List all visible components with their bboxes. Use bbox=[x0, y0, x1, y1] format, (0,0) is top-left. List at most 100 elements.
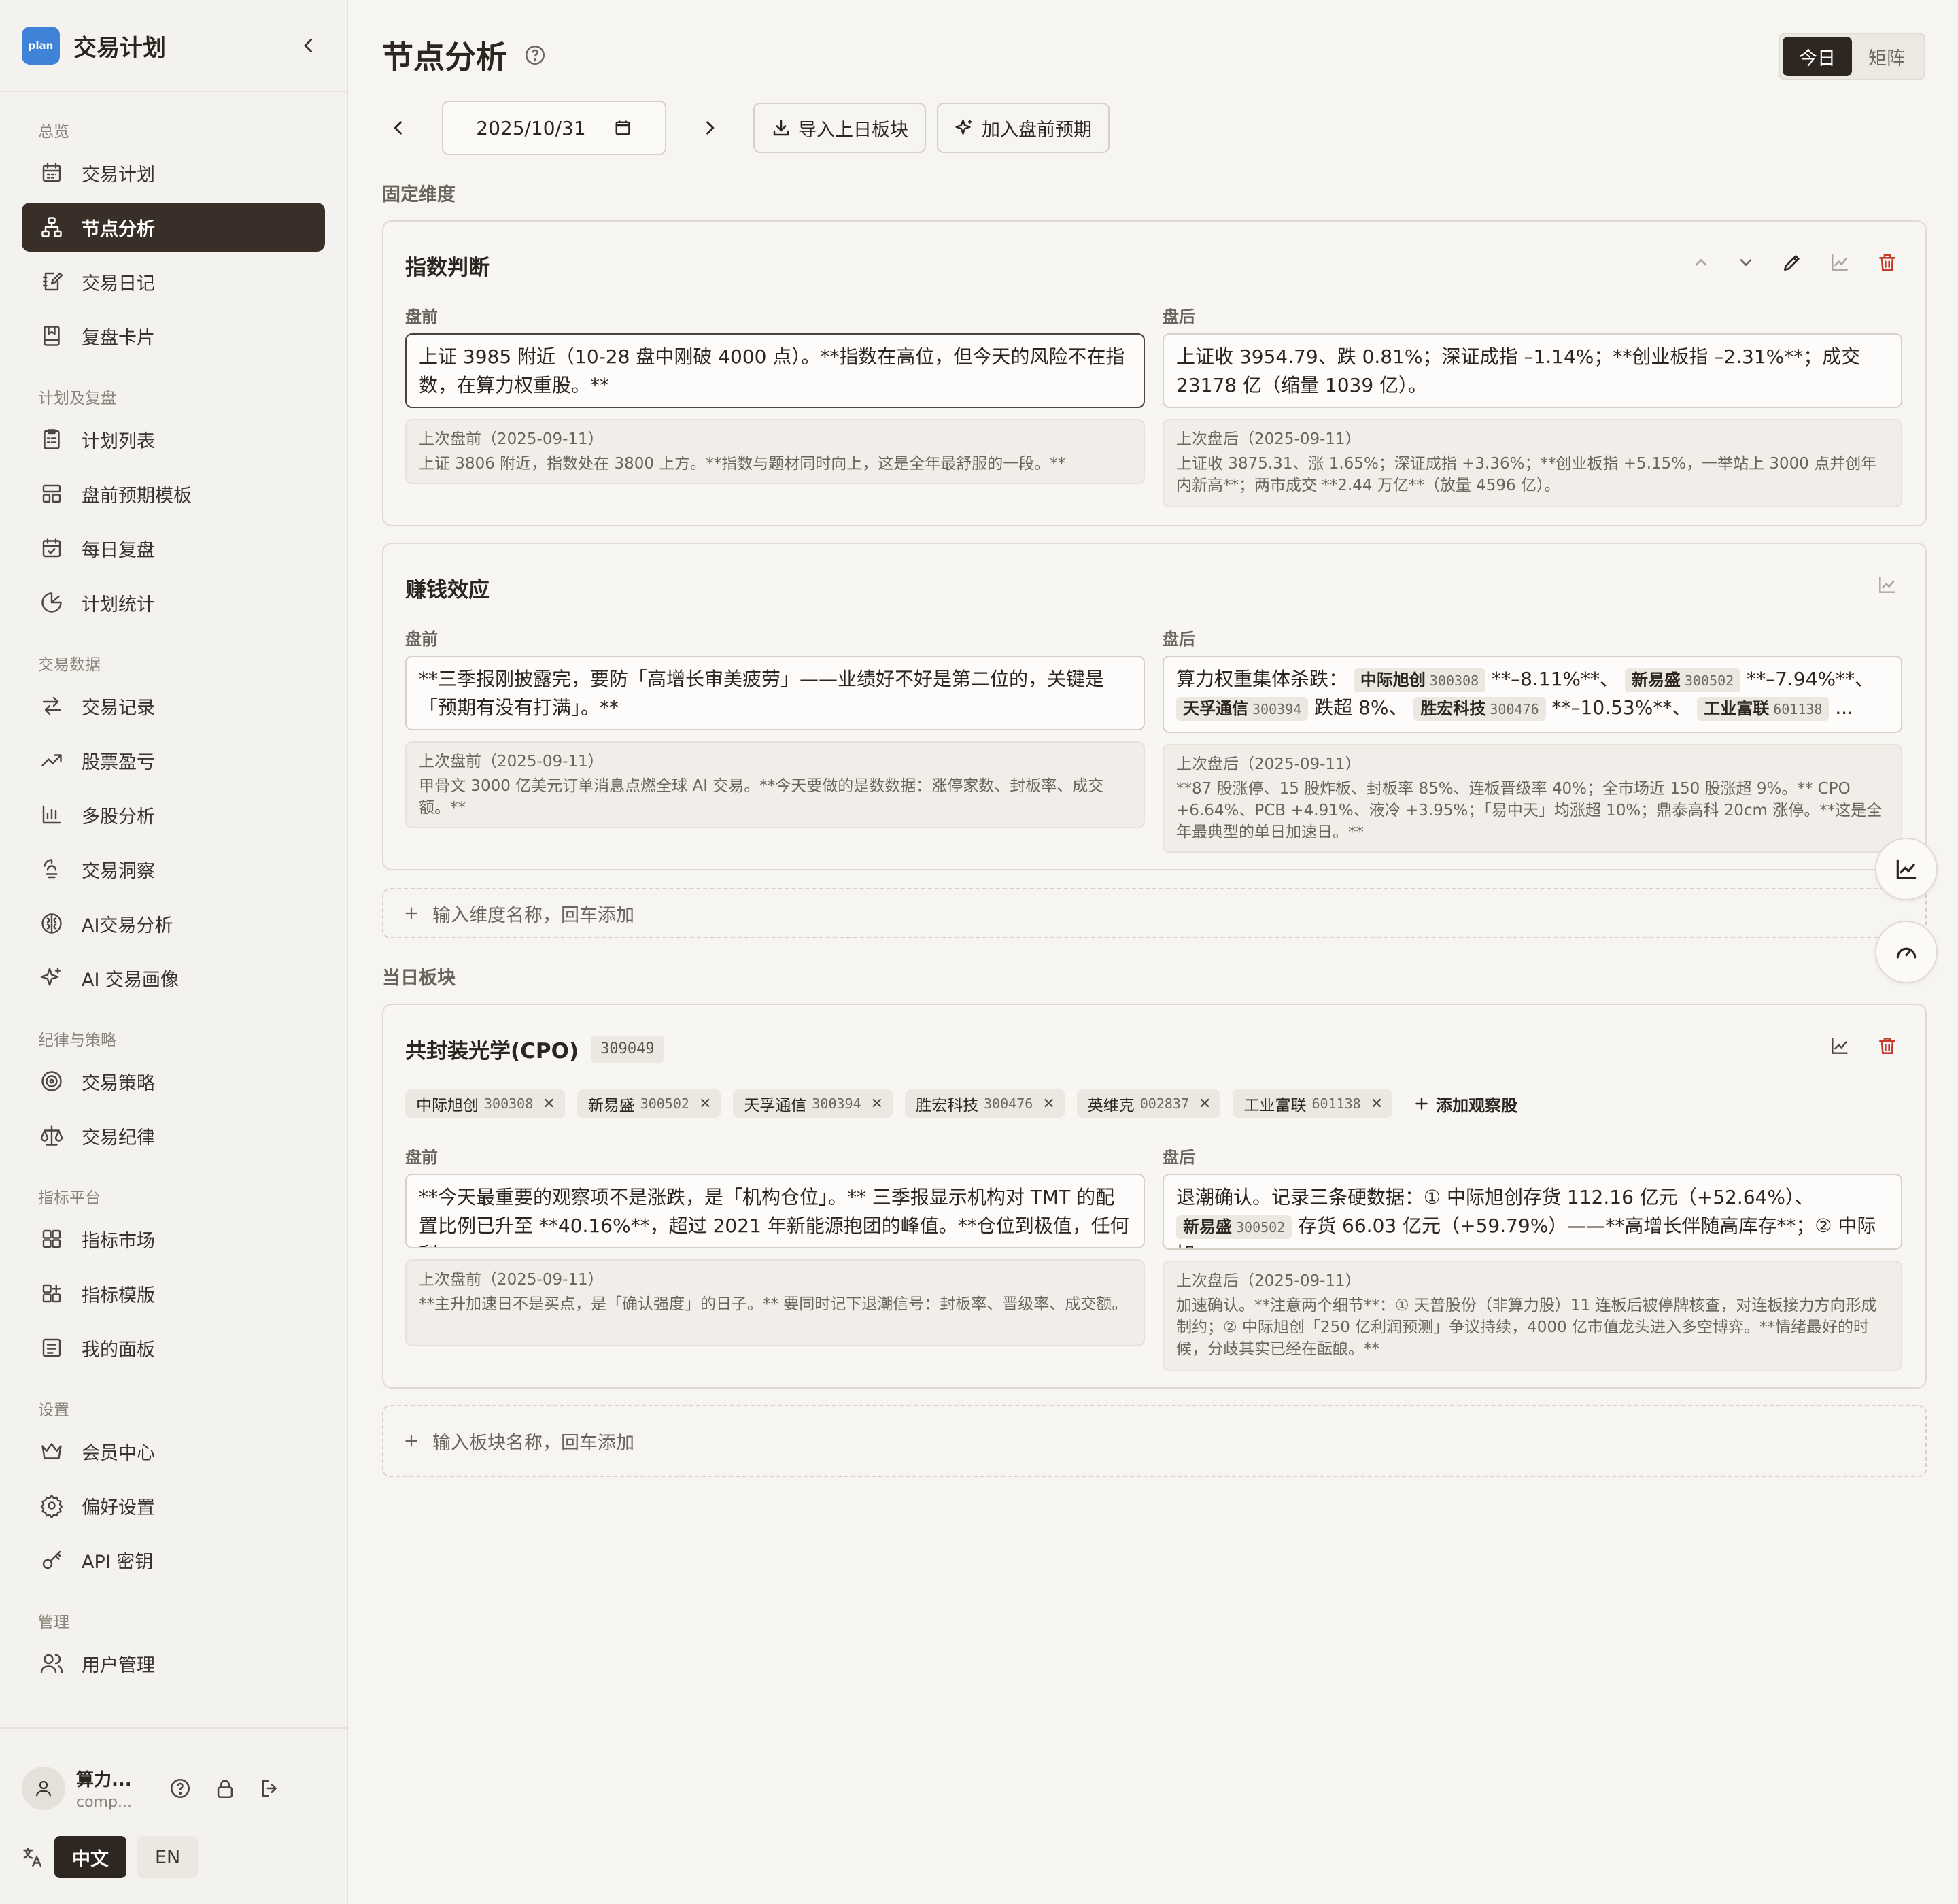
sidebar-item[interactable]: 计划列表 bbox=[22, 415, 325, 464]
previous-pre-label: 上次盘前（2025-09-11） bbox=[419, 430, 604, 448]
plus-icon bbox=[1415, 1098, 1428, 1110]
trend-icon bbox=[38, 747, 65, 774]
lang-en-button[interactable]: EN bbox=[137, 1836, 199, 1878]
collapse-sidebar-button[interactable] bbox=[292, 29, 325, 62]
post-column: 盘后 上证收 3954.79、跌 0.81%；深证成指 –1.14%；**创业板… bbox=[1163, 303, 1902, 507]
sidebar-item-label: 盘前预期模板 bbox=[82, 485, 192, 507]
remove-icon[interactable]: ✕ bbox=[1199, 1095, 1211, 1112]
help-icon[interactable] bbox=[523, 44, 547, 67]
sidebar-item[interactable]: 计划统计 bbox=[22, 578, 325, 627]
chart-line-icon[interactable] bbox=[1829, 1035, 1851, 1057]
remove-icon[interactable]: ✕ bbox=[1371, 1095, 1383, 1112]
watch-stock-chip[interactable]: 英维克 002837 ✕ bbox=[1076, 1089, 1221, 1118]
next-day-button[interactable] bbox=[693, 112, 726, 144]
pre-market-input[interactable]: **今天最重要的观察项不是涨跌，是「机构仓位」。** 三季报显示机构对 TMT … bbox=[405, 1174, 1145, 1248]
view-toggle: 今日 矩阵 bbox=[1779, 33, 1925, 80]
post-line: 退潮确认。记录三条硬数据：① 中际旭创存货 112.16 亿元（+52.64%）… bbox=[1176, 1186, 1815, 1208]
floating-gauge-button[interactable] bbox=[1875, 921, 1938, 983]
stock-chip[interactable]: 新易盛 300502 bbox=[1624, 668, 1741, 692]
prev-day-button[interactable] bbox=[382, 112, 415, 144]
previous-post-label: 上次盘后（2025-09-11） bbox=[1176, 755, 1361, 773]
chart-line-icon[interactable] bbox=[1829, 252, 1851, 273]
view-today-button[interactable]: 今日 bbox=[1783, 37, 1852, 76]
watch-stock-chip[interactable]: 新易盛 300502 ✕ bbox=[577, 1089, 721, 1118]
chart-line-icon[interactable] bbox=[1876, 574, 1898, 596]
nav-group: 管理 用户管理 bbox=[22, 1610, 325, 1688]
add-sector-input[interactable]: 输入板块名称，回车添加 bbox=[382, 1405, 1927, 1477]
import-sectors-button[interactable]: 导入上日板块 bbox=[753, 103, 926, 153]
stock-change: 跌超 8%、 bbox=[1314, 696, 1408, 719]
avatar[interactable] bbox=[22, 1767, 65, 1810]
logout-icon[interactable] bbox=[258, 1777, 281, 1800]
remove-icon[interactable]: ✕ bbox=[1042, 1095, 1054, 1112]
user-icon bbox=[35, 1780, 52, 1797]
remove-icon[interactable]: ✕ bbox=[543, 1095, 555, 1112]
post-market-input[interactable]: 退潮确认。记录三条硬数据：① 中际旭创存货 112.16 亿元（+52.64%）… bbox=[1163, 1174, 1902, 1250]
card-actions bbox=[1691, 252, 1898, 273]
add-watch-stock-button[interactable]: 添加观察股 bbox=[1413, 1092, 1517, 1116]
lock-icon[interactable] bbox=[213, 1777, 237, 1800]
stock-chip[interactable]: 天孚通信 300394 bbox=[1176, 697, 1309, 721]
calendar-icon[interactable] bbox=[613, 118, 632, 137]
sidebar-item[interactable]: 我的面板 bbox=[22, 1323, 325, 1372]
bars-icon bbox=[38, 801, 65, 828]
sidebar-item[interactable]: 交易策略 bbox=[22, 1057, 325, 1106]
sidebar-item[interactable]: 指标市场 bbox=[22, 1214, 325, 1263]
help-circle-icon[interactable] bbox=[169, 1777, 192, 1800]
grid-plus-icon bbox=[38, 1280, 65, 1307]
sidebar-item[interactable]: 会员中心 bbox=[22, 1427, 325, 1476]
lang-zh-button[interactable]: 中文 bbox=[54, 1836, 126, 1878]
watch-stock-chip[interactable]: 天孚通信 300394 ✕ bbox=[733, 1089, 893, 1118]
sidebar-item[interactable]: API 密钥 bbox=[22, 1535, 325, 1584]
post-column: 盘后 退潮确认。记录三条硬数据：① 中际旭创存货 112.16 亿元（+52.6… bbox=[1163, 1144, 1902, 1371]
sidebar-item[interactable]: AI 交易画像 bbox=[22, 953, 325, 1002]
stock-chip[interactable]: 中际旭创 300308 bbox=[1353, 668, 1486, 692]
watch-stock-chip[interactable]: 中际旭创 300308 ✕ bbox=[405, 1089, 565, 1118]
app-title: 交易计划 bbox=[73, 34, 166, 62]
chevron-down-icon[interactable] bbox=[1736, 253, 1755, 272]
pencil-icon[interactable] bbox=[1781, 252, 1803, 273]
sidebar-item[interactable]: 交易计划 bbox=[22, 148, 325, 197]
floating-chart-button[interactable] bbox=[1875, 838, 1938, 900]
chevron-up-icon[interactable] bbox=[1691, 253, 1711, 272]
view-matrix-button[interactable]: 矩阵 bbox=[1852, 37, 1921, 76]
sidebar-item[interactable]: 股票盈亏 bbox=[22, 736, 325, 785]
sidebar-item[interactable]: 交易日记 bbox=[22, 257, 325, 306]
sidebar-item[interactable]: 节点分析 bbox=[22, 203, 325, 252]
sidebar-item[interactable]: AI交易分析 bbox=[22, 899, 325, 948]
sidebar-item-label: 交易纪律 bbox=[82, 1127, 155, 1149]
pre-column: 盘前 **今天最重要的观察项不是涨跌，是「机构仓位」。** 三季报显示机构对 T… bbox=[405, 1144, 1145, 1346]
watch-stock-chip[interactable]: 工业富联 601138 ✕ bbox=[1233, 1089, 1393, 1118]
nav-group-label: 总览 bbox=[38, 123, 69, 141]
post-market-input[interactable]: 算力权重集体杀跌： 中际旭创 300308 **–8.11%**、 新易盛 3005… bbox=[1163, 656, 1902, 733]
stock-chip[interactable]: 工业富联 601138 bbox=[1697, 697, 1830, 721]
add-dimension-input[interactable]: 输入维度名称，回车添加 bbox=[382, 888, 1927, 938]
sidebar-item[interactable]: 复盘卡片 bbox=[22, 311, 325, 360]
post-market-input[interactable]: 上证收 3954.79、跌 0.81%；深证成指 –1.14%；**创业板指 –… bbox=[1163, 333, 1902, 408]
sidebar-item-label: 交易记录 bbox=[82, 697, 155, 719]
add-premarket-button[interactable]: 加入盘前预期 bbox=[937, 103, 1110, 153]
sidebar-item[interactable]: 用户管理 bbox=[22, 1639, 325, 1688]
date-picker[interactable]: 2025/10/31 bbox=[442, 101, 666, 155]
pre-market-input[interactable]: **三季报刚披露完，要防「高增长审美疲劳」——业绩好不好是第二位的，关键是「预期… bbox=[405, 656, 1145, 730]
sidebar-item[interactable]: 多股分析 bbox=[22, 790, 325, 839]
sidebar-item[interactable]: 指标模版 bbox=[22, 1269, 325, 1318]
stock-chip[interactable]: 胜宏科技 300476 bbox=[1413, 697, 1546, 721]
sidebar-item[interactable]: 交易记录 bbox=[22, 681, 325, 730]
sidebar-item[interactable]: 交易洞察 bbox=[22, 845, 325, 894]
trash-icon[interactable] bbox=[1876, 252, 1898, 273]
trash-icon[interactable] bbox=[1876, 1035, 1898, 1057]
pre-market-input[interactable]: 上证 3985 附近（10-28 盘中刚破 4000 点）。**指数在高位，但今… bbox=[405, 333, 1145, 408]
watch-stock-chip[interactable]: 胜宏科技 300476 ✕ bbox=[905, 1089, 1065, 1118]
remove-icon[interactable]: ✕ bbox=[871, 1095, 883, 1112]
stock-chip[interactable]: 新易盛 300502 bbox=[1176, 1215, 1292, 1239]
app-logo[interactable]: plan bbox=[22, 27, 60, 65]
sidebar-item-label: AI 交易画像 bbox=[82, 969, 179, 991]
sidebar-item[interactable]: 盘前预期模板 bbox=[22, 469, 325, 518]
sidebar-item[interactable]: 每日复盘 bbox=[22, 524, 325, 573]
watch-stock-name: 胜宏科技 bbox=[916, 1097, 979, 1115]
sidebar-item[interactable]: 偏好设置 bbox=[22, 1481, 325, 1530]
sidebar-item[interactable]: 交易纪律 bbox=[22, 1111, 325, 1160]
pre-column: 盘前 **三季报刚披露完，要防「高增长审美疲劳」——业绩好不好是第二位的，关键是… bbox=[405, 626, 1145, 828]
remove-icon[interactable]: ✕ bbox=[699, 1095, 711, 1112]
